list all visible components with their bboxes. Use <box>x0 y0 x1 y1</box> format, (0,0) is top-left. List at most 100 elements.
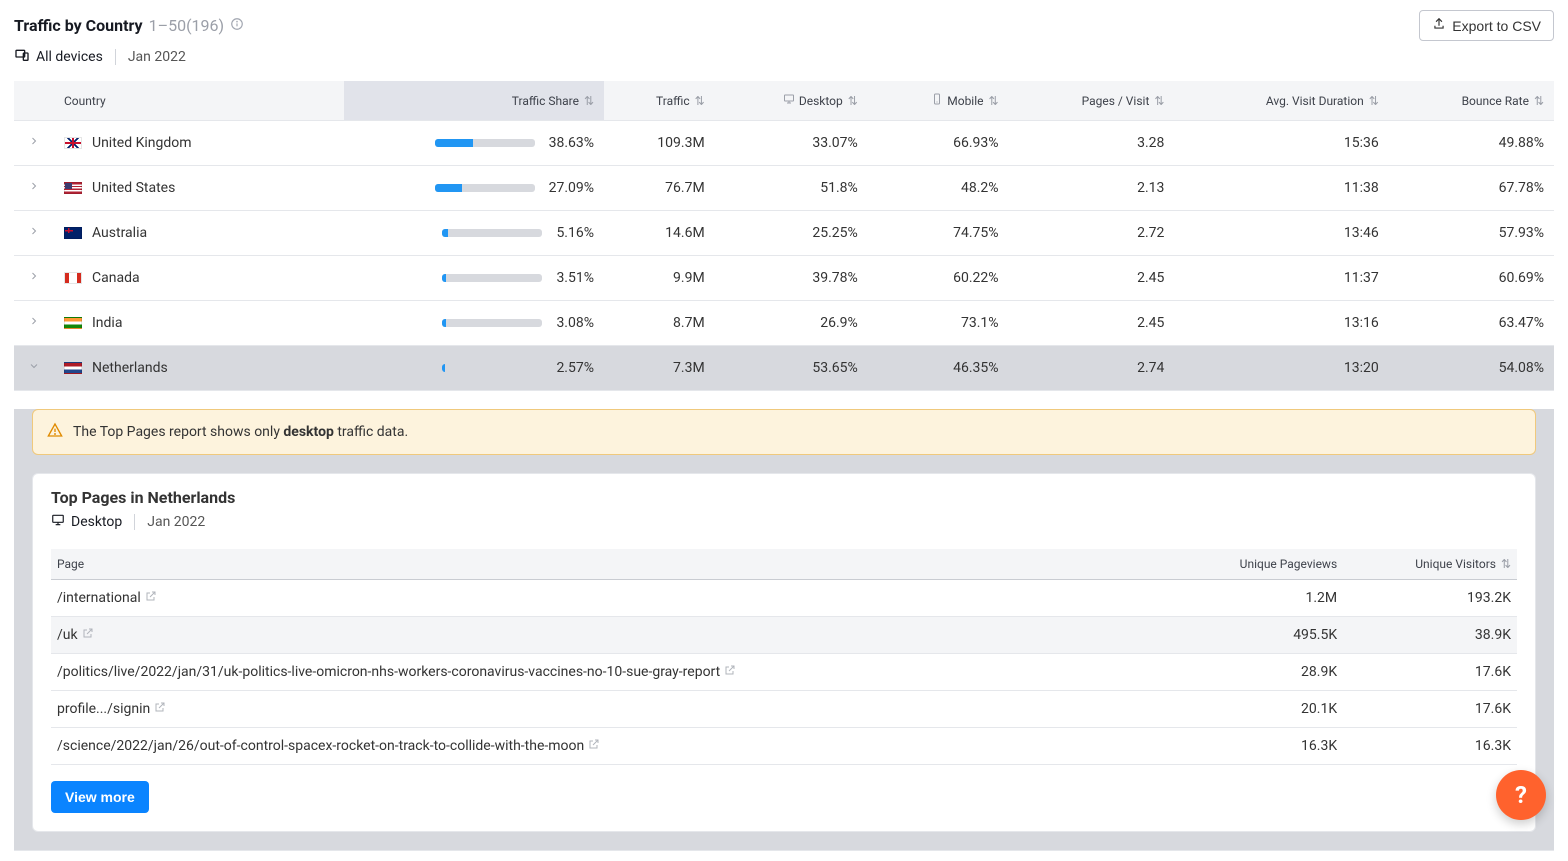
chevron-right-icon[interactable] <box>28 270 40 286</box>
pages-value: 2.45 <box>1009 256 1175 301</box>
country-name: Canada <box>92 270 140 286</box>
share-bar <box>442 229 542 237</box>
devices-icon <box>14 47 30 67</box>
table-row[interactable]: United Kingdom 38.63% 109.3M 33.07% 66.9… <box>14 121 1554 166</box>
share-value: 27.09% <box>549 180 594 196</box>
chevron-right-icon[interactable] <box>28 135 40 151</box>
flag-icon <box>64 362 82 374</box>
desktop-icon <box>51 513 65 531</box>
visitors-value: 17.6K <box>1343 654 1517 691</box>
pageviews-value: 20.1K <box>1166 691 1343 728</box>
bounce-value: 57.93% <box>1389 211 1554 256</box>
warning-icon <box>47 422 63 442</box>
list-item[interactable]: /international 1.2M 193.2K <box>51 580 1517 617</box>
external-link-icon[interactable] <box>154 701 166 717</box>
list-item[interactable]: profile.../signin 20.1K 17.6K <box>51 691 1517 728</box>
pageviews-value: 28.9K <box>1166 654 1343 691</box>
table-row[interactable]: United States 27.09% 76.7M 51.8% 48.2% 2… <box>14 166 1554 211</box>
page-path: profile.../signin <box>57 701 150 717</box>
flag-icon <box>64 272 82 284</box>
list-item[interactable]: /science/2022/jan/26/out-of-control-spac… <box>51 728 1517 765</box>
duration-value: 13:46 <box>1174 211 1388 256</box>
external-link-icon[interactable] <box>145 590 157 606</box>
pages-value: 3.28 <box>1009 121 1175 166</box>
col-page[interactable]: Page <box>51 549 1166 580</box>
sort-icon: ⇅ <box>1151 94 1164 108</box>
external-link-icon[interactable] <box>588 738 600 754</box>
table-row[interactable]: Netherlands 2.57% 7.3M 53.65% 46.35% 2.7… <box>14 346 1554 391</box>
share-bar <box>442 274 542 282</box>
table-row[interactable]: India 3.08% 8.7M 26.9% 73.1% 2.45 13:16 … <box>14 301 1554 346</box>
col-visitors[interactable]: Unique Visitors ⇅ <box>1343 549 1517 580</box>
desktop-value: 39.78% <box>715 256 868 301</box>
share-value: 3.08% <box>556 315 594 331</box>
external-link-icon[interactable] <box>724 664 736 680</box>
col-avg-duration[interactable]: Avg. Visit Duration ⇅ <box>1174 81 1388 121</box>
view-more-button[interactable]: View more <box>51 781 149 813</box>
detail-date: Jan 2022 <box>147 514 205 530</box>
list-item[interactable]: /uk 495.5K 38.9K <box>51 617 1517 654</box>
info-icon[interactable] <box>230 17 244 35</box>
top-pages-card: Top Pages in Netherlands Desktop Jan 202… <box>32 473 1536 832</box>
export-csv-button[interactable]: Export to CSV <box>1419 10 1554 41</box>
col-country[interactable]: Country <box>54 81 344 121</box>
col-bounce[interactable]: Bounce Rate ⇅ <box>1389 81 1554 121</box>
warning-banner: The Top Pages report shows only desktop … <box>32 409 1536 455</box>
devices-filter[interactable]: All devices <box>14 47 103 67</box>
table-row[interactable]: Australia 5.16% 14.6M 25.25% 74.75% 2.72… <box>14 211 1554 256</box>
bounce-value: 49.88% <box>1389 121 1554 166</box>
country-name: Australia <box>92 225 147 241</box>
flag-icon <box>64 227 82 239</box>
col-expand <box>14 81 54 121</box>
desktop-value: 51.8% <box>715 166 868 211</box>
share-bar <box>442 364 542 372</box>
pages-value: 2.72 <box>1009 211 1175 256</box>
chevron-down-icon[interactable] <box>28 360 40 376</box>
country-table: Country Traffic Share ⇅ Traffic ⇅ Deskto… <box>14 81 1554 851</box>
external-link-icon[interactable] <box>82 627 94 643</box>
page-path: /politics/live/2022/jan/31/uk-politics-l… <box>57 664 720 680</box>
sort-icon: ⇅ <box>845 94 858 108</box>
share-bar <box>435 139 535 147</box>
chevron-right-icon[interactable] <box>28 180 40 196</box>
desktop-value: 53.65% <box>715 346 868 391</box>
share-bar <box>435 184 535 192</box>
chevron-right-icon[interactable] <box>28 225 40 241</box>
share-value: 2.57% <box>556 360 594 376</box>
traffic-value: 76.7M <box>604 166 715 211</box>
mobile-icon <box>931 94 943 108</box>
mobile-value: 60.22% <box>868 256 1009 301</box>
visitors-value: 16.3K <box>1343 728 1517 765</box>
device-label: Desktop <box>51 513 122 531</box>
pages-value: 2.13 <box>1009 166 1175 211</box>
bounce-value: 54.08% <box>1389 346 1554 391</box>
help-button[interactable]: ? <box>1496 770 1546 820</box>
col-pageviews[interactable]: Unique Pageviews <box>1166 549 1343 580</box>
sort-icon: ⇅ <box>581 94 594 108</box>
pageviews-value: 495.5K <box>1166 617 1343 654</box>
chevron-right-icon[interactable] <box>28 315 40 331</box>
col-traffic-share[interactable]: Traffic Share ⇅ <box>344 81 604 121</box>
share-value: 38.63% <box>549 135 594 151</box>
sort-icon: ⇅ <box>986 94 999 108</box>
sort-icon: ⇅ <box>1531 94 1544 108</box>
duration-value: 11:38 <box>1174 166 1388 211</box>
pages-table: Page Unique Pageviews Unique Visitors ⇅ … <box>51 549 1517 765</box>
separator <box>115 49 116 65</box>
date-filter[interactable]: Jan 2022 <box>128 49 186 65</box>
list-item[interactable]: /politics/live/2022/jan/31/uk-politics-l… <box>51 654 1517 691</box>
country-name: United Kingdom <box>92 135 192 151</box>
share-value: 3.51% <box>556 270 594 286</box>
col-pages-visit[interactable]: Pages / Visit ⇅ <box>1009 81 1175 121</box>
sort-icon: ⇅ <box>1366 94 1379 108</box>
pageviews-value: 1.2M <box>1166 580 1343 617</box>
col-traffic[interactable]: Traffic ⇅ <box>604 81 715 121</box>
sort-icon: ⇅ <box>1501 557 1511 571</box>
bounce-value: 60.69% <box>1389 256 1554 301</box>
flag-icon <box>64 182 82 194</box>
table-row[interactable]: Canada 3.51% 9.9M 39.78% 60.22% 2.45 11:… <box>14 256 1554 301</box>
col-mobile[interactable]: Mobile ⇅ <box>868 81 1009 121</box>
col-desktop[interactable]: Desktop ⇅ <box>715 81 868 121</box>
page-path: /uk <box>57 627 78 643</box>
share-bar <box>442 319 542 327</box>
